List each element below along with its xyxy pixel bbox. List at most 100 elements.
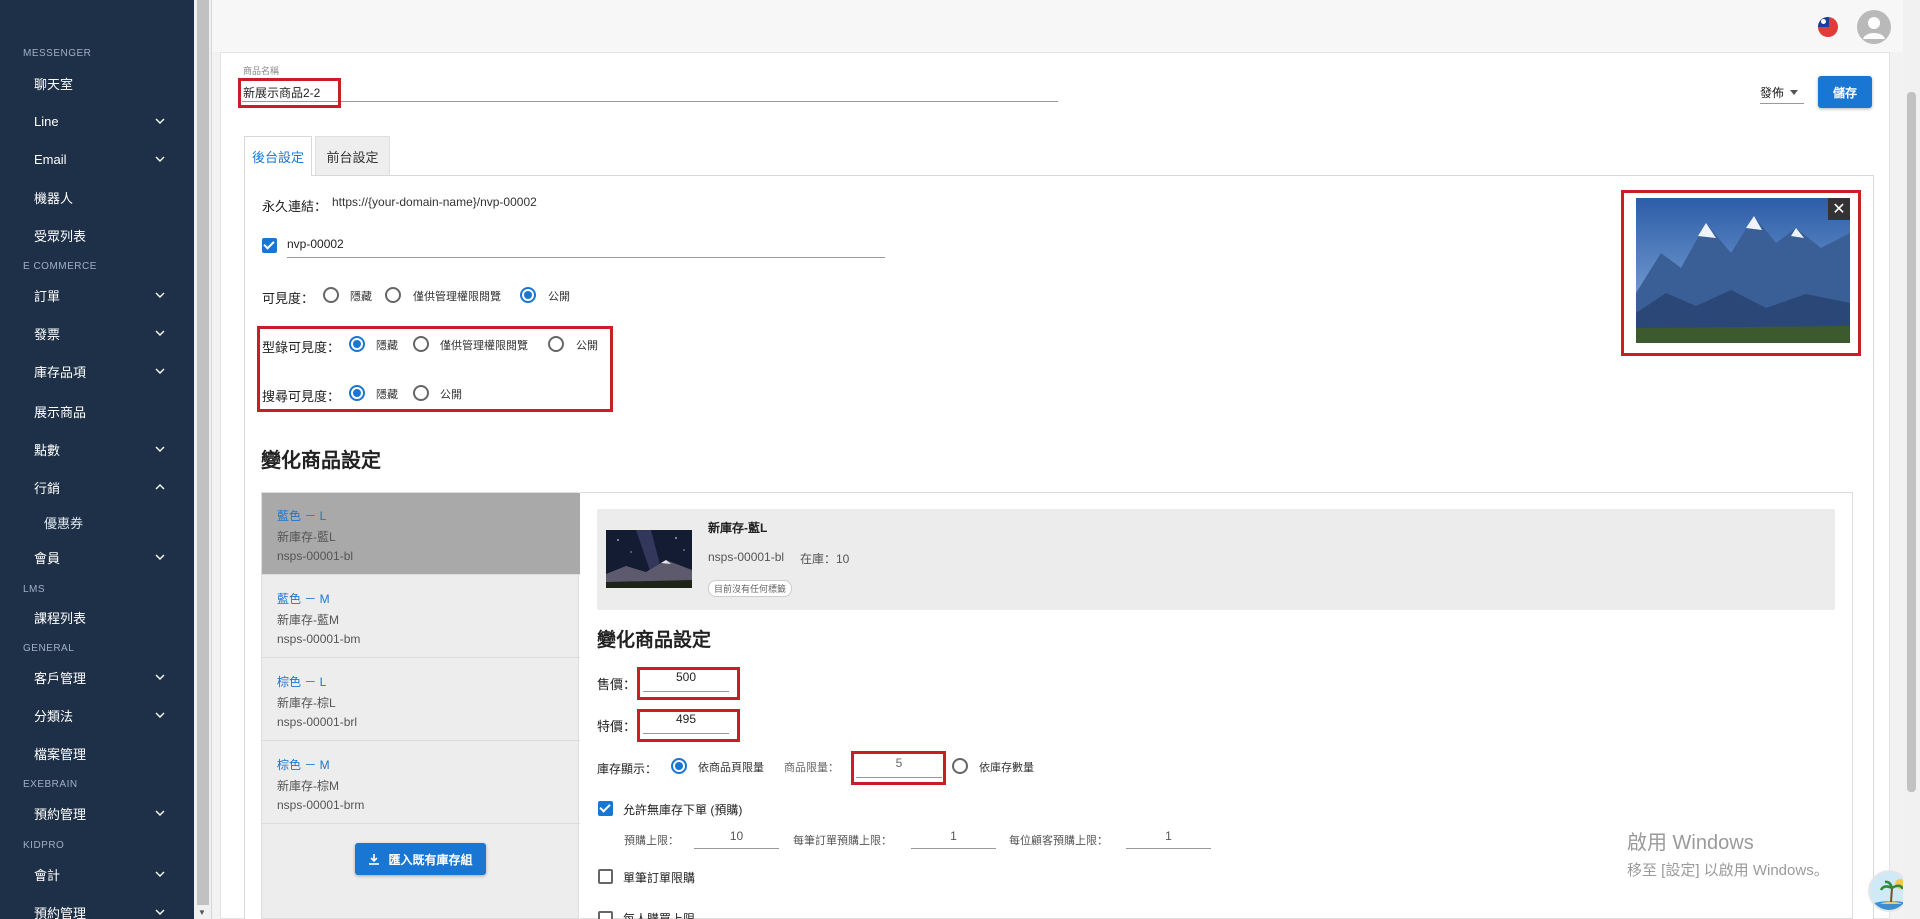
main-scrollbar-thumb[interactable] (1907, 92, 1916, 792)
per-person-limit-checkbox[interactable] (598, 911, 613, 919)
slug-checkbox[interactable] (262, 238, 277, 253)
sidebar-section-kidpro: KIDPRO (23, 840, 65, 851)
catalog-option-admin: 僅供管理權限閱覽 (440, 340, 528, 352)
list-item[interactable]: 藍色 － L 新庫存-藍L nsps-00001-bl (262, 493, 580, 575)
sidebar-item-bot[interactable]: 機器人 (0, 182, 194, 212)
sidebar-item-label: 檔案管理 (34, 746, 87, 762)
variation-title: 藍色 － M (277, 592, 330, 606)
import-stock-button[interactable]: 匯入既有庫存組 (355, 843, 486, 875)
product-name-input[interactable]: 新展示商品2-2 (242, 82, 1058, 102)
chevron-down-icon (154, 807, 166, 819)
sidebar-item-booking[interactable]: 預約管理 (0, 798, 194, 828)
scroll-down-arrow-icon[interactable]: ▼ (198, 908, 206, 917)
sidebar-section-general: GENERAL (23, 643, 75, 654)
search-radio-hidden[interactable] (349, 385, 365, 401)
visibility-radio-admin[interactable] (385, 287, 401, 303)
list-item[interactable]: 棕色 － M 新庫存-棕M nsps-00001-brm (262, 742, 580, 824)
sidebar: MESSENGER 聊天室 Line Email 機器人 受眾列表 E COMM… (0, 0, 194, 919)
visibility-radio-public[interactable] (520, 287, 536, 303)
close-icon[interactable]: ✕ (1828, 198, 1850, 220)
watermark-line-2: 移至 [設定] 以啟用 Windows。 (1627, 862, 1829, 879)
publish-select[interactable]: 發佈 (1760, 82, 1804, 104)
sidebar-item-email[interactable]: Email (0, 144, 194, 174)
visibility-option-hidden: 隱藏 (350, 291, 372, 303)
sidebar-section-ecommerce: E COMMERCE (23, 261, 97, 272)
sidebar-item-line[interactable]: Line (0, 106, 194, 136)
variation-sku: nsps-00001-bm (277, 632, 361, 646)
sidebar-item-points[interactable]: 點數 (0, 434, 194, 464)
stock-display-radio-inventory[interactable] (952, 758, 968, 774)
catalog-option-hidden: 隱藏 (376, 340, 398, 352)
caret-down-icon (1790, 90, 1799, 95)
sidebar-scrollbar-thumb[interactable] (197, 0, 209, 905)
stock-quantity: 在庫：10 (800, 552, 850, 566)
sidebar-item-coupons[interactable]: 優惠券 (0, 507, 194, 537)
variation-stock-name: 新庫存-藍L (277, 530, 336, 544)
per-order-limit-input[interactable]: 1 (911, 829, 996, 849)
preorder-limit-input[interactable]: 10 (694, 829, 779, 849)
catalog-radio-admin[interactable] (413, 336, 429, 352)
search-radio-public[interactable] (413, 385, 429, 401)
product-limit-label: 商品限量： (784, 762, 839, 774)
sidebar-item-label: 聊天室 (34, 76, 74, 92)
variation-title: 棕色 － M (277, 758, 330, 772)
list-item[interactable]: 棕色 － L 新庫存-棕L nsps-00001-brl (262, 659, 580, 741)
list-item[interactable]: 藍色 － M 新庫存-藍M nsps-00001-bm (262, 576, 580, 658)
allow-preorder-label: 允許無庫存下單 (預購) (623, 803, 743, 817)
sidebar-item-orders[interactable]: 訂單 (0, 280, 194, 310)
chevron-down-icon (154, 551, 166, 563)
price-label: 售價： (597, 677, 637, 692)
permalink-value[interactable]: https://{your-domain-name}/nvp-00002 (332, 195, 537, 209)
sidebar-item-label: 會員 (34, 550, 61, 566)
highlight-box (238, 78, 341, 108)
sidebar-item-display-products[interactable]: 展示商品 (0, 396, 194, 426)
variation-settings-title: 變化商品設定 (597, 630, 712, 651)
user-icon (1863, 17, 1885, 39)
catalog-visibility-label: 型錄可見度： (262, 340, 341, 355)
sidebar-item-customers[interactable]: 客戶管理 (0, 662, 194, 692)
avatar[interactable] (1857, 10, 1891, 44)
taiwan-flag-icon[interactable] (1818, 17, 1838, 37)
tab-frontend-settings[interactable]: 前台設定 (315, 136, 390, 176)
stock-display-radio-product[interactable] (671, 758, 687, 774)
sidebar-item-label: 客戶管理 (34, 670, 87, 686)
chevron-down-icon (154, 365, 166, 377)
top-bar (212, 0, 1903, 52)
per-person-limit-label: 每人購買上限 (623, 912, 696, 919)
stock-display-option-inventory: 依庫存數量 (979, 762, 1034, 774)
catalog-radio-hidden[interactable] (349, 336, 365, 352)
chevron-down-icon (154, 671, 166, 683)
sidebar-item-files[interactable]: 檔案管理 (0, 738, 194, 768)
sidebar-scrollbar[interactable]: ▼ (194, 0, 212, 919)
permalink-label: 永久連結： (262, 199, 328, 214)
variation-sku: nsps-00001-brl (277, 715, 358, 729)
sidebar-item-accounting[interactable]: 會計 (0, 859, 194, 889)
sidebar-item-marketing[interactable]: 行銷 (0, 472, 194, 502)
visibility-label: 可見度： (262, 291, 315, 306)
tab-backend-settings[interactable]: 後台設定 (244, 136, 312, 176)
sidebar-item-label: 展示商品 (34, 404, 87, 420)
visibility-radio-hidden[interactable] (323, 287, 339, 303)
highlight-box (637, 667, 740, 700)
slug-input[interactable]: nvp-00002 (287, 237, 885, 258)
product-image[interactable] (1636, 198, 1850, 343)
sidebar-item-label: Line (34, 113, 59, 129)
sidebar-item-chatroom[interactable]: 聊天室 (0, 68, 194, 98)
chevron-down-icon (154, 443, 166, 455)
sidebar-item-label: 庫存品項 (34, 364, 87, 380)
sidebar-item-members[interactable]: 會員 (0, 542, 194, 572)
sidebar-item-booking-kidpro[interactable]: 預約管理 (0, 897, 194, 919)
sidebar-item-label: 機器人 (34, 190, 74, 206)
sidebar-item-inventory[interactable]: 庫存品項 (0, 356, 194, 386)
single-order-limit-checkbox[interactable] (598, 869, 613, 884)
allow-preorder-checkbox[interactable] (598, 801, 613, 816)
sidebar-item-courses[interactable]: 課程列表 (0, 602, 194, 632)
sidebar-item-invoices[interactable]: 發票 (0, 318, 194, 348)
variation-stock-name: 新庫存-藍M (277, 613, 339, 627)
sidebar-item-taxonomy[interactable]: 分類法 (0, 700, 194, 730)
save-button[interactable]: 儲存 (1818, 76, 1872, 108)
main-scrollbar[interactable] (1903, 0, 1920, 919)
catalog-radio-public[interactable] (548, 336, 564, 352)
per-customer-limit-input[interactable]: 1 (1126, 829, 1211, 849)
sidebar-item-audience[interactable]: 受眾列表 (0, 220, 194, 250)
